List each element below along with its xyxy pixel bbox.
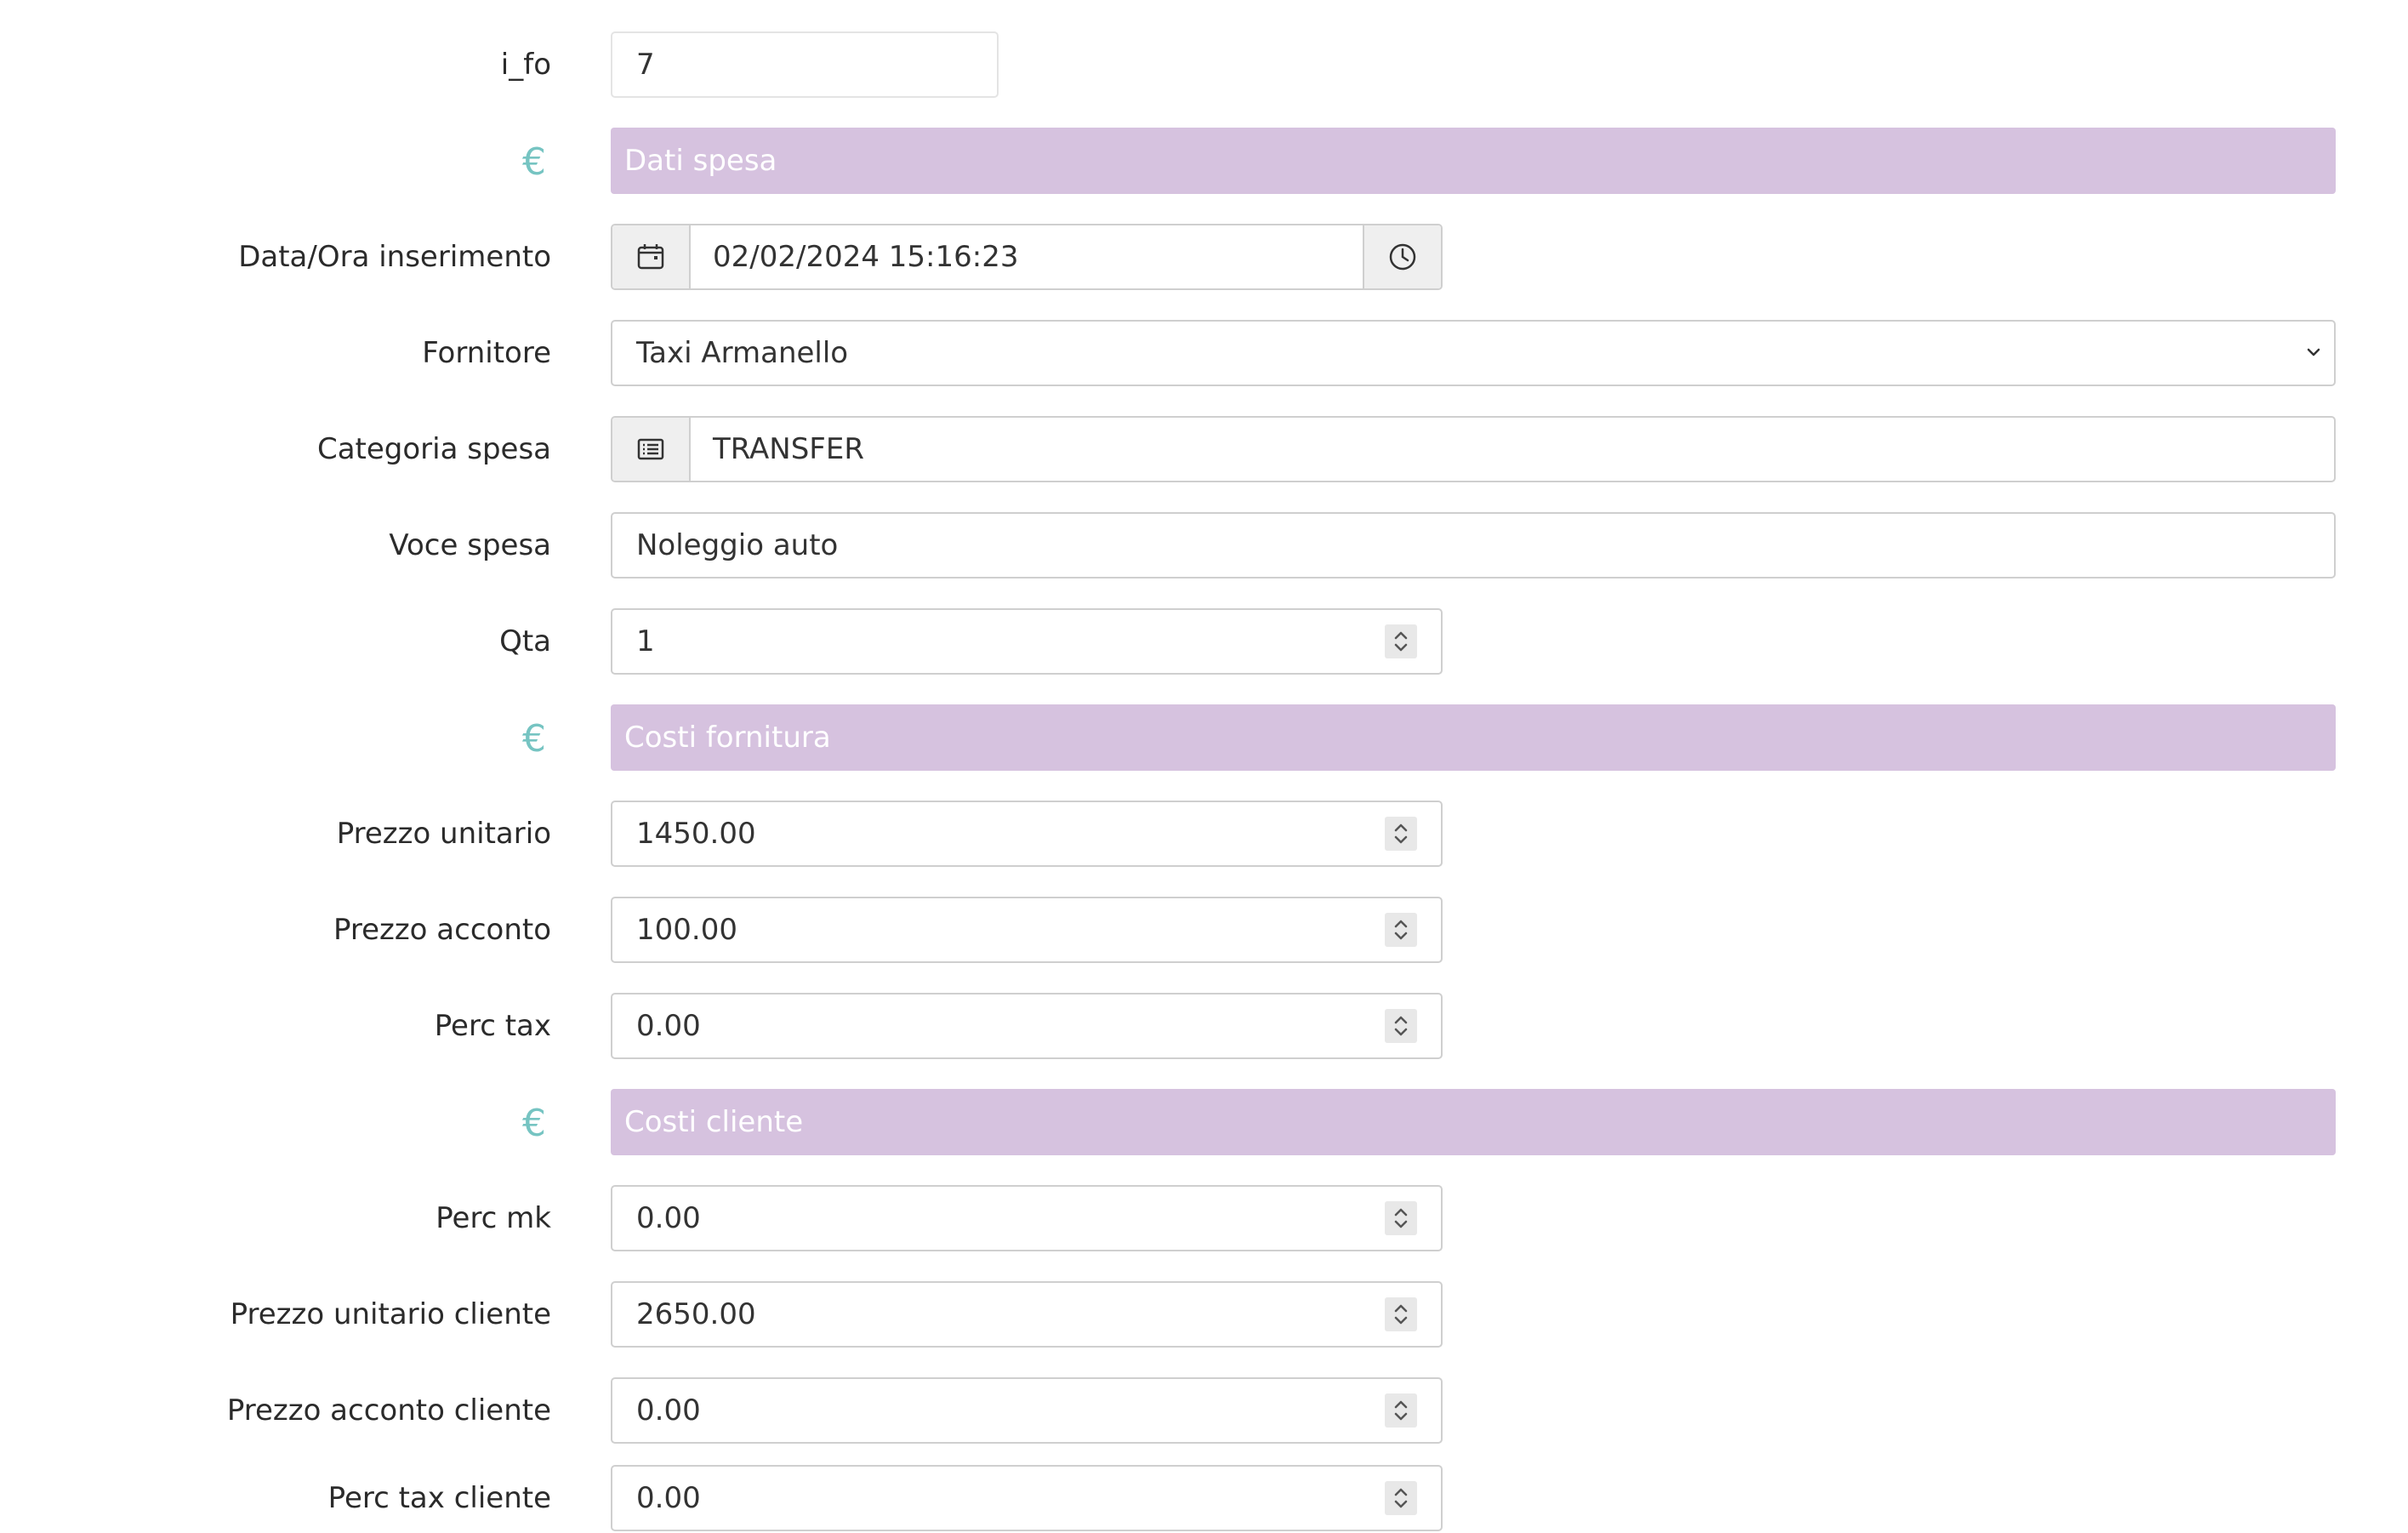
perc-mk-label: Perc mk — [435, 1201, 551, 1235]
euro-icon: € — [522, 1102, 546, 1145]
perc-mk-spinner[interactable] — [1385, 1201, 1417, 1235]
i-fo-input[interactable]: 7 — [611, 31, 999, 98]
spinner-arrows-icon — [1394, 1304, 1408, 1325]
chevron-down-icon — [2307, 348, 2320, 356]
section-title-costi-fornitura: Costi fornitura — [611, 704, 2336, 771]
perc-tax-spinner[interactable] — [1385, 1009, 1417, 1043]
prezzo-unitario-cliente-value: 2650.00 — [636, 1297, 756, 1331]
data-ora-input[interactable]: 02/02/2024 15:16:23 — [611, 224, 1443, 290]
row-voce: Voce spesa Noleggio auto — [0, 512, 2408, 578]
clock-button[interactable] — [1363, 225, 1441, 288]
prezzo-unitario-cliente-label: Prezzo unitario cliente — [230, 1297, 551, 1331]
row-perc-mk: Perc mk 0.00 — [0, 1185, 2408, 1251]
prezzo-acconto-input[interactable]: 100.00 — [611, 897, 1443, 963]
qta-input[interactable]: 1 — [611, 608, 1443, 675]
prezzo-acconto-cliente-value: 0.00 — [636, 1393, 701, 1428]
prezzo-unitario-spinner[interactable] — [1385, 817, 1417, 851]
prezzo-unitario-input[interactable]: 1450.00 — [611, 801, 1443, 867]
perc-tax-cliente-input[interactable]: 0.00 — [611, 1465, 1443, 1531]
voce-value: Noleggio auto — [636, 528, 839, 562]
qta-spinner[interactable] — [1385, 624, 1417, 658]
euro-icon: € — [522, 717, 546, 761]
prezzo-acconto-spinner[interactable] — [1385, 913, 1417, 947]
section-title-dati-spesa: Dati spesa — [611, 128, 2336, 194]
data-ora-label: Data/Ora inserimento — [238, 240, 551, 274]
row-prezzo-acconto-cliente: Prezzo acconto cliente 0.00 — [0, 1377, 2408, 1444]
categoria-input[interactable]: TRANSFER — [611, 416, 2336, 482]
spinner-arrows-icon — [1394, 920, 1408, 940]
qta-value: 1 — [636, 624, 655, 658]
row-data-ora: Data/Ora inserimento 02/02/2024 15:16:23 — [0, 224, 2408, 290]
clock-icon — [1389, 243, 1416, 271]
calendar-button[interactable] — [612, 225, 691, 288]
row-i-fo: i_fo 7 — [0, 31, 2408, 98]
perc-tax-cliente-label: Perc tax cliente — [327, 1481, 551, 1515]
qta-label: Qta — [499, 624, 551, 658]
prezzo-acconto-value: 100.00 — [636, 913, 737, 947]
row-qta: Qta 1 — [0, 608, 2408, 675]
prezzo-acconto-cliente-label: Prezzo acconto cliente — [226, 1393, 551, 1428]
perc-tax-value: 0.00 — [636, 1009, 701, 1043]
perc-tax-cliente-value: 0.00 — [636, 1481, 701, 1515]
prezzo-acconto-cliente-input[interactable]: 0.00 — [611, 1377, 1443, 1444]
i-fo-label: i_fo — [500, 48, 551, 82]
voce-label: Voce spesa — [389, 528, 551, 562]
section-dati-spesa: € Dati spesa — [0, 128, 2408, 194]
spinner-arrows-icon — [1394, 823, 1408, 844]
perc-mk-input[interactable]: 0.00 — [611, 1185, 1443, 1251]
spinner-arrows-icon — [1394, 1400, 1408, 1421]
list-button[interactable] — [612, 418, 691, 481]
prezzo-unitario-cliente-input[interactable]: 2650.00 — [611, 1281, 1443, 1348]
spinner-arrows-icon — [1394, 631, 1408, 652]
row-perc-tax-cliente: Perc tax cliente 0.00 — [0, 1465, 2408, 1531]
row-prezzo-acconto: Prezzo acconto 100.00 — [0, 897, 2408, 963]
categoria-value: TRANSFER — [713, 432, 864, 466]
prezzo-unitario-value: 1450.00 — [636, 817, 756, 851]
i-fo-value: 7 — [636, 48, 655, 82]
prezzo-unitario-label: Prezzo unitario — [336, 817, 551, 851]
prezzo-acconto-cliente-spinner[interactable] — [1385, 1393, 1417, 1428]
voce-input[interactable]: Noleggio auto — [611, 512, 2336, 578]
section-costi-fornitura: € Costi fornitura — [0, 704, 2408, 771]
data-ora-value: 02/02/2024 15:16:23 — [713, 240, 1019, 274]
calendar-icon — [637, 244, 664, 270]
categoria-label: Categoria spesa — [316, 432, 551, 466]
row-categoria: Categoria spesa TRANSFER — [0, 416, 2408, 482]
euro-icon: € — [522, 140, 546, 184]
row-prezzo-unitario: Prezzo unitario 1450.00 — [0, 801, 2408, 867]
prezzo-acconto-label: Prezzo acconto — [333, 913, 551, 947]
prezzo-unitario-cliente-spinner[interactable] — [1385, 1297, 1417, 1331]
perc-tax-input[interactable]: 0.00 — [611, 993, 1443, 1059]
fornitore-value: Taxi Armanello — [636, 336, 849, 370]
perc-tax-cliente-spinner[interactable] — [1385, 1481, 1417, 1515]
row-perc-tax: Perc tax 0.00 — [0, 993, 2408, 1059]
row-prezzo-unitario-cliente: Prezzo unitario cliente 2650.00 — [0, 1281, 2408, 1348]
list-icon — [637, 438, 664, 460]
section-title-costi-cliente: Costi cliente — [611, 1089, 2336, 1155]
fornitore-label: Fornitore — [422, 336, 551, 370]
fornitore-select[interactable]: Taxi Armanello — [611, 320, 2336, 386]
perc-mk-value: 0.00 — [636, 1201, 701, 1235]
perc-tax-label: Perc tax — [434, 1009, 551, 1043]
spinner-arrows-icon — [1394, 1488, 1408, 1508]
section-costi-cliente: € Costi cliente — [0, 1089, 2408, 1155]
spinner-arrows-icon — [1394, 1016, 1408, 1036]
row-fornitore: Fornitore Taxi Armanello — [0, 320, 2408, 386]
spinner-arrows-icon — [1394, 1208, 1408, 1228]
